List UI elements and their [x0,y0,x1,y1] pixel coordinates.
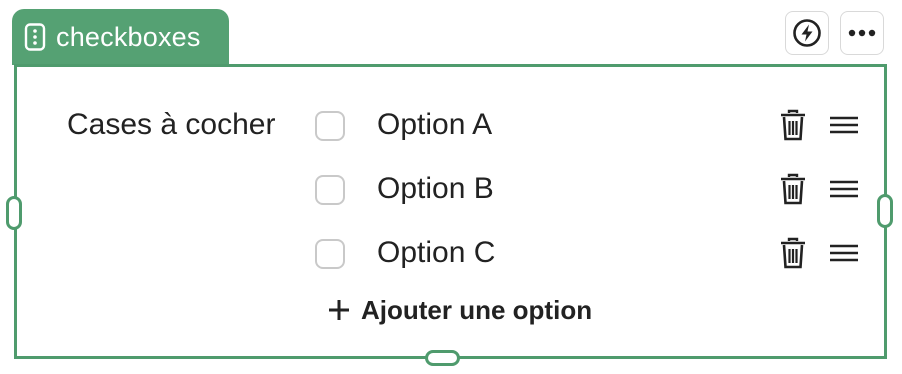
more-options-button[interactable] [840,11,884,55]
trash-icon[interactable] [780,173,806,205]
vertical-dots-icon [24,23,46,51]
option-checkbox[interactable] [315,239,345,269]
block-type-tab[interactable]: checkboxes [12,9,229,65]
resize-handle-bottom[interactable] [425,350,460,366]
trash-icon[interactable] [780,237,806,269]
option-row: Option C [0,236,902,276]
trash-icon[interactable] [780,109,806,141]
drag-handle-icon[interactable] [829,178,859,200]
plus-icon [329,300,349,320]
add-option-label: Ajouter une option [361,294,593,325]
option-row: Option B [0,172,902,212]
drag-handle-icon[interactable] [829,242,859,264]
option-label[interactable]: Option B [377,172,494,206]
option-checkbox[interactable] [315,175,345,205]
option-row: Option A [0,108,902,148]
option-checkbox[interactable] [315,111,345,141]
logic-button[interactable] [785,11,829,55]
option-label[interactable]: Option A [377,108,492,142]
block-type-label: checkboxes [56,21,201,52]
option-label[interactable]: Option C [377,236,495,270]
drag-handle-icon[interactable] [829,114,859,136]
add-option-button[interactable]: Ajouter une option [327,294,592,326]
lightning-icon [793,19,821,47]
more-options-icon [848,29,876,37]
